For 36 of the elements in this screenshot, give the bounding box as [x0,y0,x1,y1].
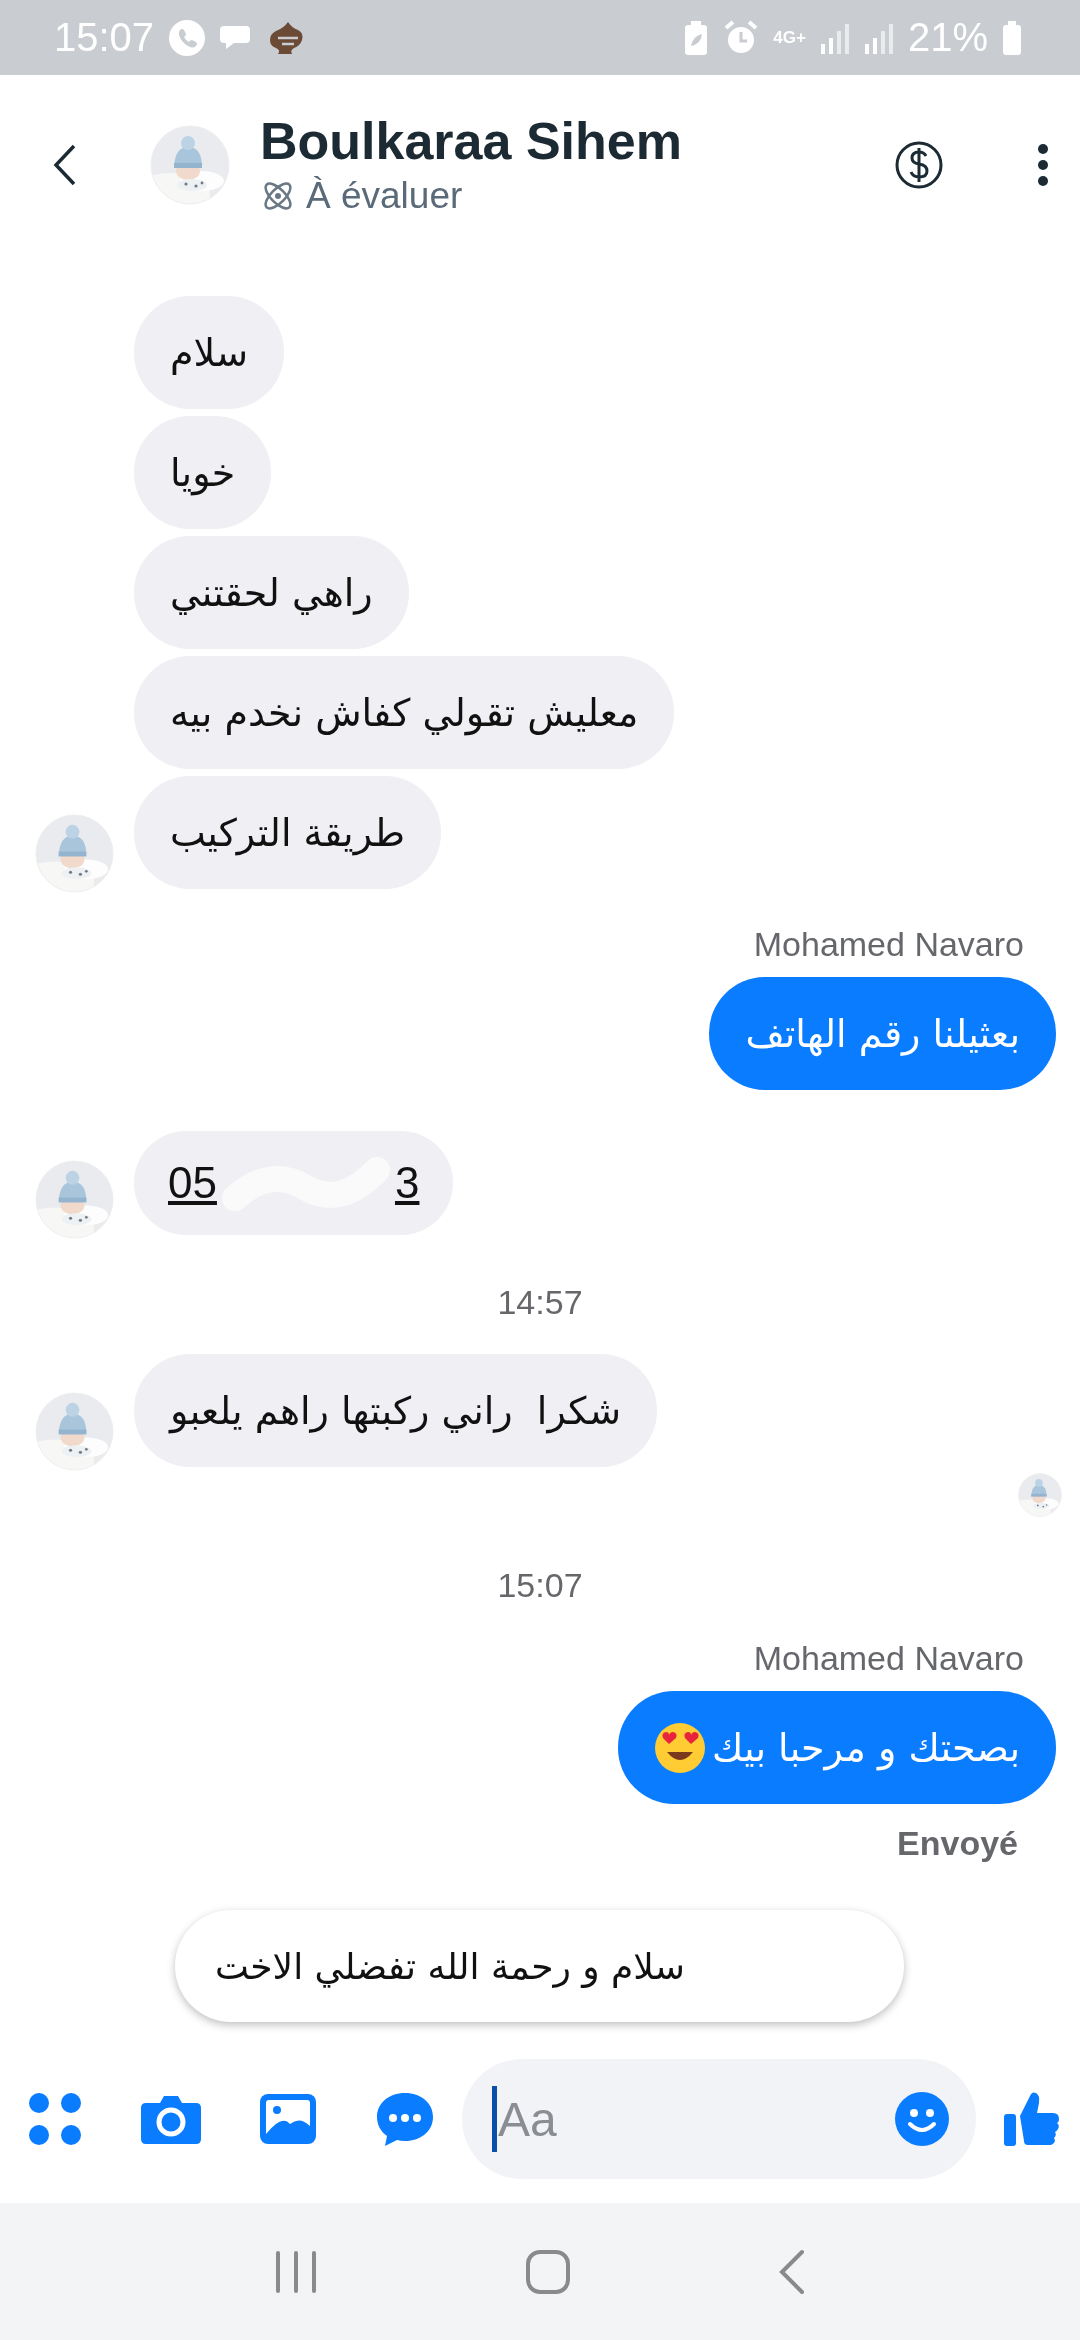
emoji-icon[interactable] [894,2091,950,2147]
phone-link[interactable]: 3 [394,1158,420,1208]
message-field[interactable]: Aa [462,2059,976,2179]
payment-button[interactable] [894,140,944,190]
heart-eyes-emoji-icon [653,1721,706,1774]
chat-button[interactable] [376,2091,434,2147]
signal-icon [819,21,850,54]
like-button[interactable] [1004,2090,1060,2148]
message-bubble: بصحتك و مرحبا بيك [617,1691,1056,1804]
sender-name: Mohamed Navaro [753,924,1024,964]
delivery-status: Envoyé [897,1825,1018,1861]
message-bubble: بعثيلنا رقم الهاتف [709,977,1056,1090]
message-bubble: سلام [134,296,285,409]
message-bubble: طريقة التركيب [134,776,441,889]
camera-button[interactable] [140,2093,202,2145]
more-button[interactable] [1036,143,1050,187]
message-bubble: خويا [134,416,272,529]
gallery-button[interactable] [260,2094,316,2144]
alarm-icon [723,19,760,56]
contact-name: Boulkaraa Sihem [260,113,683,171]
sender-name: Mohamed Navaro [753,1638,1024,1678]
apps-button[interactable] [28,2092,82,2146]
timestamp: 15:07 [497,1567,583,1603]
message-bubble: شكرا راني ركبتها راهم يلعبو [134,1354,658,1467]
timestamp: 14:57 [497,1284,583,1320]
signal-icon [863,21,894,54]
message-bubble: راهي لحقتني [134,536,409,649]
battery-icon [1002,19,1022,56]
phone-link[interactable]: 05 [168,1158,217,1208]
recent-apps-button[interactable] [273,2249,318,2294]
suggested-reply[interactable]: سلام و رحمة الله تفضلي الاخت [175,1910,904,2022]
message-bubble: معليش تقولي كفاش نخدم بيه [134,656,675,769]
battery-saver-icon [683,19,710,56]
home-button[interactable] [525,2248,571,2295]
phone-icon [168,18,207,57]
contact-status: À évaluer [306,174,463,217]
